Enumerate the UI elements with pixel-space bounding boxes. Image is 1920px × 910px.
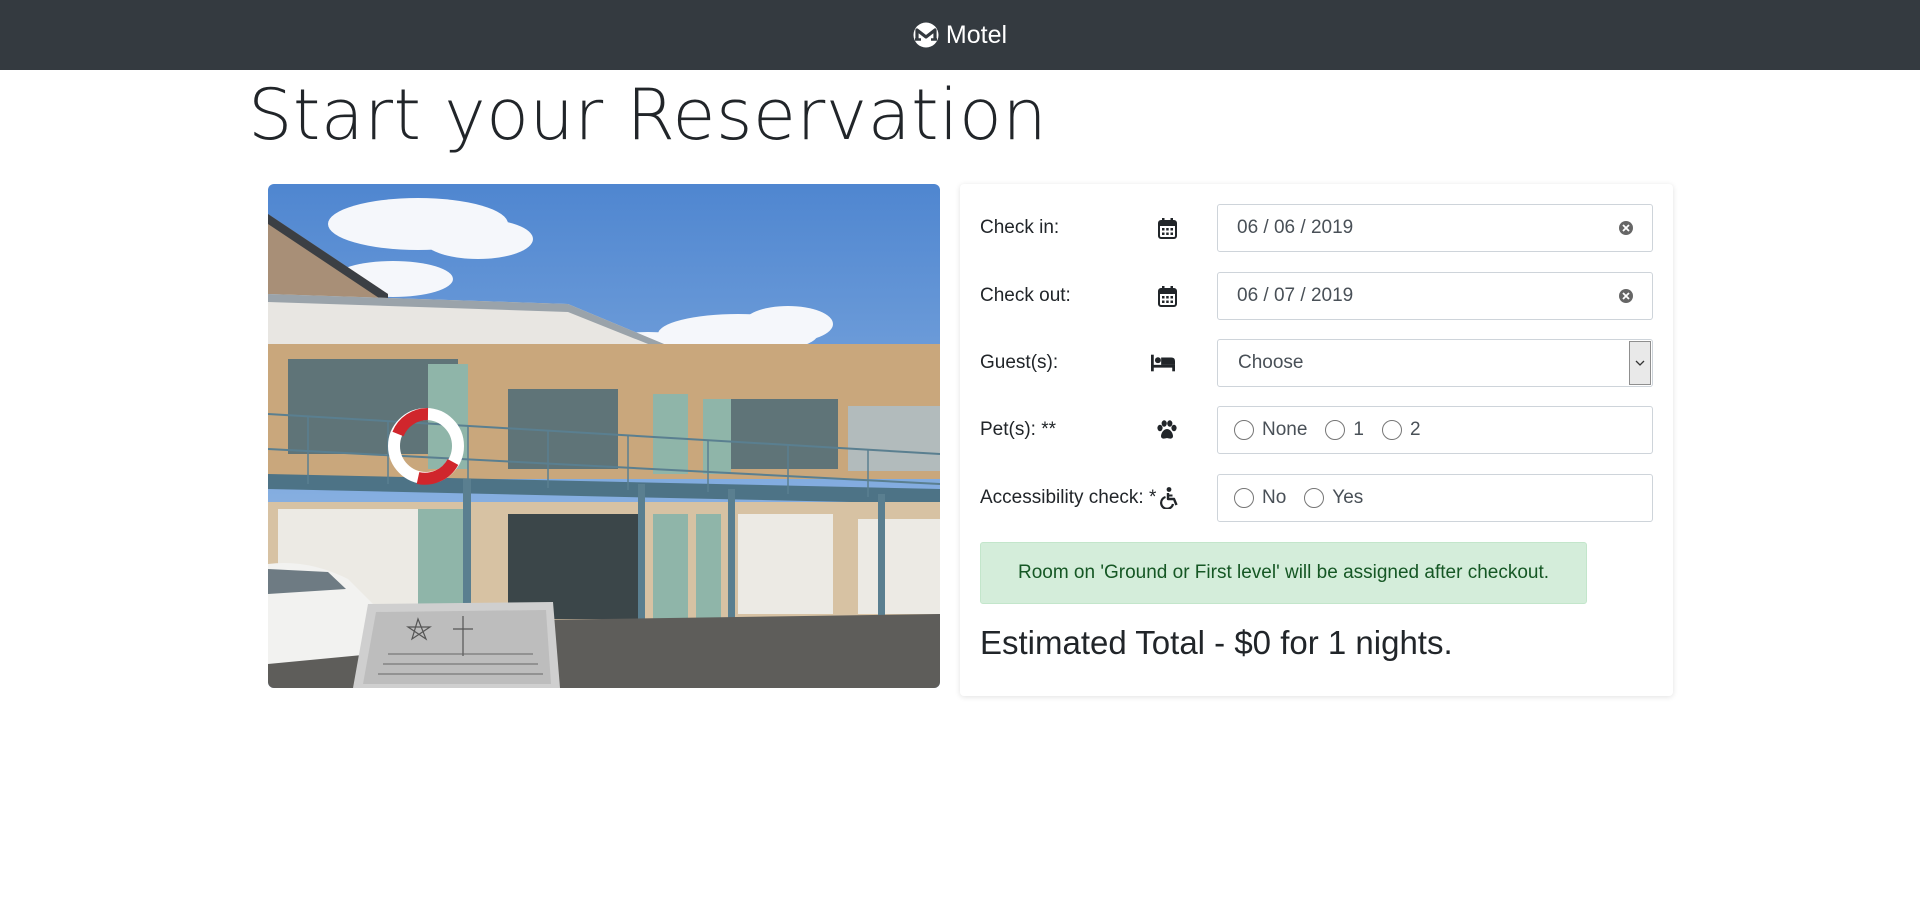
reservation-form-card: Check in: 06 / 06 / 2019 Check out: 06 /…	[960, 184, 1673, 696]
check-in-date-value[interactable]: 06 / 06 / 2019	[1237, 217, 1618, 239]
calendar-icon	[1155, 284, 1179, 308]
radio-button[interactable]	[1234, 488, 1254, 508]
accessibility-row: Accessibility check: * No Yes	[980, 474, 1653, 522]
motel-photo	[268, 184, 940, 688]
guests-row: Guest(s): Choose	[980, 339, 1653, 387]
brand-link[interactable]: Motel	[913, 21, 1007, 50]
radio-button[interactable]	[1382, 420, 1402, 440]
pets-option-label: 2	[1410, 419, 1421, 440]
paw-icon	[1155, 418, 1179, 442]
pets-option-none[interactable]: None	[1234, 419, 1307, 441]
guests-select[interactable]: Choose	[1217, 339, 1653, 387]
radio-button[interactable]	[1234, 420, 1254, 440]
bed-icon	[1151, 351, 1175, 375]
pets-option-label: 1	[1353, 419, 1364, 440]
radio-button[interactable]	[1325, 420, 1346, 440]
estimated-total: Estimated Total - $0 for 1 nights.	[980, 624, 1453, 661]
monero-m-logo-icon	[913, 22, 939, 48]
accessibility-option-yes[interactable]: Yes	[1304, 487, 1363, 509]
room-assignment-alert: Room on 'Ground or First level' will be …	[980, 542, 1587, 604]
check-in-label: Check in:	[980, 217, 1060, 238]
guests-selected-value: Choose	[1238, 352, 1304, 373]
clear-icon[interactable]	[1618, 220, 1634, 236]
page-title: Start your Reservation	[248, 74, 1048, 156]
pets-option-label: None	[1262, 419, 1308, 440]
check-out-date-input[interactable]: 06 / 07 / 2019	[1217, 272, 1653, 320]
navbar: Motel	[0, 0, 1920, 70]
radio-button[interactable]	[1304, 488, 1325, 508]
check-in-date-input[interactable]: 06 / 06 / 2019	[1217, 204, 1653, 252]
pets-label: Pet(s): **	[980, 419, 1057, 440]
accessibility-label: Accessibility check: *	[980, 487, 1157, 508]
wheelchair-icon	[1158, 486, 1182, 510]
clear-icon[interactable]	[1618, 288, 1634, 304]
accessibility-option-label: Yes	[1332, 487, 1364, 508]
accessibility-option-label: No	[1262, 487, 1287, 508]
check-out-label: Check out:	[980, 285, 1071, 306]
check-out-date-value[interactable]: 06 / 07 / 2019	[1237, 285, 1618, 307]
pets-radio-group: None 1 2	[1217, 406, 1653, 454]
guests-label: Guest(s):	[980, 352, 1059, 373]
brand-name: Motel	[945, 20, 1008, 49]
accessibility-radio-group: No Yes	[1217, 474, 1653, 522]
calendar-icon	[1155, 216, 1179, 240]
pets-row: Pet(s): ** None 1 2	[980, 406, 1653, 454]
check-in-row: Check in: 06 / 06 / 2019	[980, 204, 1653, 252]
check-out-row: Check out: 06 / 07 / 2019	[980, 272, 1653, 320]
chevron-down-icon[interactable]	[1629, 341, 1651, 385]
pets-option-2[interactable]: 2	[1382, 419, 1421, 441]
accessibility-option-no[interactable]: No	[1234, 487, 1286, 509]
pets-option-1[interactable]: 1	[1325, 419, 1364, 441]
